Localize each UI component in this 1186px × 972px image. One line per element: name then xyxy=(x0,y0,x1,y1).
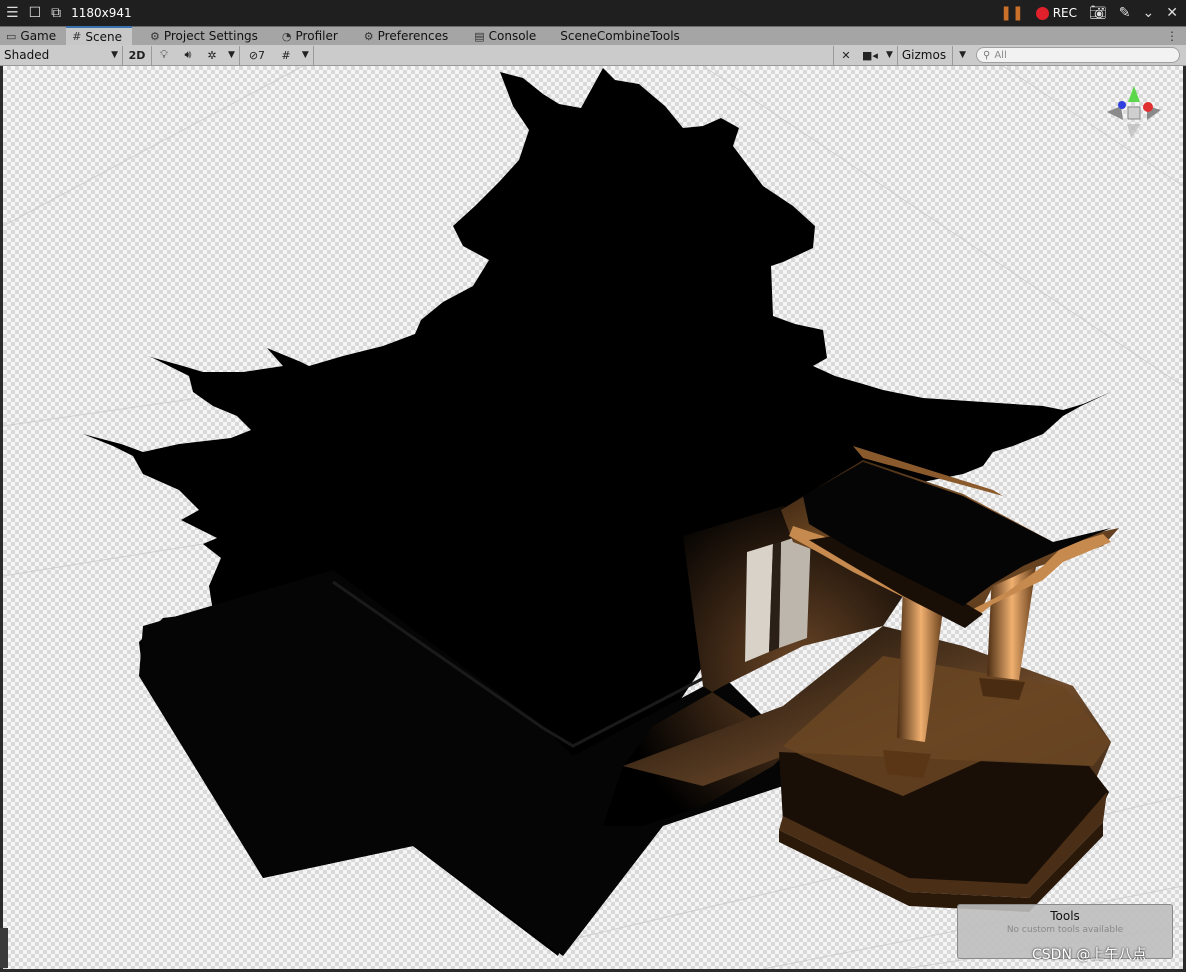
hidden-eye-icon: ⊘ xyxy=(248,48,259,62)
gamepad-icon: ▭ xyxy=(6,29,17,43)
record-label: REC xyxy=(1052,6,1078,20)
pen-icon[interactable]: ✎ xyxy=(1119,6,1131,20)
x-axis-handle-icon[interactable] xyxy=(1143,102,1153,112)
gear-icon: ⚙ xyxy=(149,29,160,43)
tab-console[interactable]: ▤ Console xyxy=(468,27,546,45)
tab-label: Project Settings xyxy=(163,29,258,43)
orientation-gizmo[interactable] xyxy=(1101,80,1167,146)
gizmo-center-cube[interactable] xyxy=(1127,106,1141,120)
draw-mode-dropdown[interactable]: Shaded ▼ xyxy=(0,46,122,65)
scene-camera-icon[interactable]: ■◂ xyxy=(858,46,882,65)
tab-project-settings[interactable]: ⚙ Project Settings xyxy=(144,27,268,45)
lighting-toggle-icon[interactable]: 💡︎ xyxy=(152,46,176,65)
chevron-down-icon: ▼ xyxy=(111,50,118,60)
tab-label: Preferences xyxy=(377,29,449,43)
profiler-icon: ◔ xyxy=(281,29,292,43)
pause-icon[interactable]: ❚❚ xyxy=(1000,6,1023,20)
camera-dropdown-icon[interactable]: ▼ xyxy=(882,46,897,65)
chevron-down-icon: ▼ xyxy=(959,50,966,60)
tools-overlay-title: Tools xyxy=(1050,909,1080,923)
left-edge-handle xyxy=(0,928,8,968)
gizmos-label: Gizmos xyxy=(901,48,947,62)
y-axis-cone-icon[interactable] xyxy=(1128,86,1140,102)
effects-dropdown-icon[interactable]: ▼ xyxy=(224,46,239,65)
scene-visibility-toggle[interactable]: ⊘ 7 xyxy=(240,46,274,65)
draw-mode-value: Shaded xyxy=(4,48,50,62)
close-icon[interactable]: ✕ xyxy=(1166,6,1178,20)
tab-label: Console xyxy=(488,29,537,43)
editor-tabbar: ▭ Game # Scene ⚙ Project Settings ◔ Prof… xyxy=(0,26,1186,45)
tab-label: Profiler xyxy=(295,29,338,43)
divider xyxy=(952,45,954,65)
window-icon[interactable]: ☐ xyxy=(29,6,42,20)
tab-preferences[interactable]: ⚙ Preferences xyxy=(358,27,458,45)
gizmos-dropdown[interactable]: Gizmos ▼ xyxy=(898,45,970,65)
tab-label: Scene xyxy=(85,29,122,44)
record-dot-icon xyxy=(1035,6,1049,20)
scene-viewport[interactable]: Tools No custom tools available xyxy=(3,66,1183,969)
capture-size-label: 1180x941 xyxy=(71,6,132,20)
gear-icon: ⚙ xyxy=(363,29,374,43)
grid-dropdown-icon[interactable]: ▼ xyxy=(298,46,313,65)
collapse-icon[interactable]: ⌄ xyxy=(1143,6,1155,20)
search-icon: ⚲ xyxy=(983,49,991,61)
record-button[interactable]: REC xyxy=(1035,6,1078,20)
toolbar-right: ✕ ■◂ ▼ Gizmos ▼ ⚲ All xyxy=(832,45,1186,66)
tab-scene[interactable]: # Scene xyxy=(66,26,132,45)
tab-scene-combine-tools[interactable]: SceneCombineTools xyxy=(554,27,690,45)
zoom-region-icon[interactable]: ⧉ xyxy=(51,6,61,20)
neg-y-axis-cone-icon[interactable] xyxy=(1127,124,1141,138)
tab-label: SceneCombineTools xyxy=(560,29,680,43)
z-axis-handle-icon[interactable] xyxy=(1118,101,1126,109)
grid-icon: # xyxy=(72,30,82,43)
audio-toggle-icon[interactable]: 🔊︎ xyxy=(176,46,200,65)
scene-toolbar: Shaded ▼ 2D 💡︎ 🔊︎ ✲ ▼ ⊘ 7 # ▼ ✕ ■◂ ▼ Giz… xyxy=(0,45,1186,66)
tab-label: Game xyxy=(20,29,57,43)
hierarchy-search-input[interactable]: ⚲ All xyxy=(976,47,1180,63)
tab-options-icon[interactable]: ⋮ xyxy=(1166,29,1186,43)
tools-toggle-icon[interactable]: ✕ xyxy=(834,46,858,65)
console-icon: ▤ xyxy=(474,29,485,43)
toggle-2d-button[interactable]: 2D xyxy=(123,46,151,65)
menu-icon[interactable]: ☰ xyxy=(6,6,19,20)
camera-icon[interactable]: 📷︎ xyxy=(1089,6,1107,20)
effects-toggle-icon[interactable]: ✲ xyxy=(200,46,224,65)
grid-toggle-icon[interactable]: # xyxy=(274,46,298,65)
divider xyxy=(312,45,314,65)
search-placeholder: All xyxy=(994,49,1007,61)
scene-render xyxy=(3,66,1183,969)
capture-titlebar: ☰ ☐ ⧉ 1180x941 ❚❚ REC 📷︎ ✎ ⌄ ✕ xyxy=(0,0,1186,26)
tools-overlay-subtitle: No custom tools available xyxy=(1006,925,1124,935)
hidden-count: 7 xyxy=(258,48,266,62)
tab-game[interactable]: ▭ Game xyxy=(0,27,66,45)
watermark: CSDN @上午八点 xyxy=(1032,947,1147,963)
tab-profiler[interactable]: ◔ Profiler xyxy=(276,27,348,45)
